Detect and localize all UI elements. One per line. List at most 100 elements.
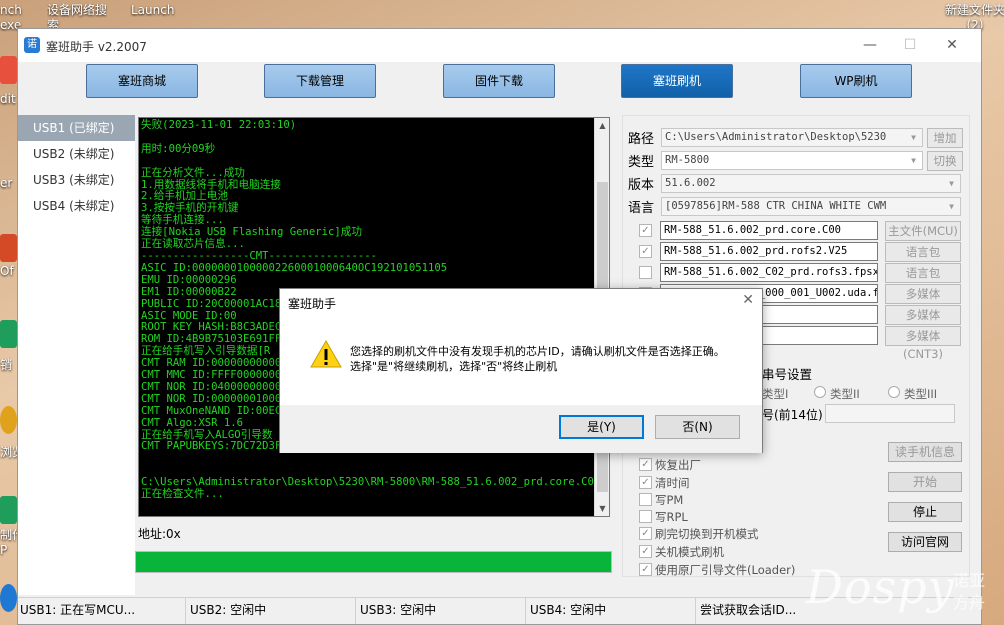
progress-bar <box>135 551 612 573</box>
version-label: 版本 <box>628 178 655 193</box>
chevron-down-icon: ▼ <box>949 202 954 211</box>
start-button[interactable]: 开始 <box>888 472 962 492</box>
path-select[interactable]: C:\Users\Administrator\Desktop\5230 ▼ <box>661 128 923 147</box>
add-button[interactable]: 增加 <box>927 128 963 148</box>
serial-input[interactable] <box>825 404 955 423</box>
option-label: 使用原厂引导文件(Loader) <box>655 563 796 577</box>
switch-button[interactable]: 切换 <box>927 151 963 171</box>
status-usb3: USB3: 空闲中 <box>358 598 526 624</box>
option-label: 关机模式刷机 <box>655 545 724 559</box>
type-label: 类型 <box>628 155 655 170</box>
status-usb1: USB1: 正在写MCU... <box>18 598 186 624</box>
type-select[interactable]: RM-5800 ▼ <box>661 151 923 170</box>
option-label: 写RPL <box>655 510 688 524</box>
spreadsheet-icon[interactable] <box>0 496 17 524</box>
chevron-down-icon: ▼ <box>911 156 916 165</box>
radio-type2[interactable] <box>814 386 826 398</box>
file-button-cnt3[interactable]: 多媒体(CNT3) <box>885 326 961 361</box>
no-button[interactable]: 否(N) <box>655 415 740 439</box>
dialog-footer: 是(Y) 否(N) <box>280 405 762 453</box>
type-value: RM-5800 <box>665 154 710 166</box>
option-label: 清时间 <box>655 476 690 490</box>
desktop-icon-label: 销 <box>0 358 13 372</box>
scroll-down-icon[interactable]: ▼ <box>595 501 609 516</box>
dialog-message: 您选择的刷机文件中没有发现手机的芯片ID，请确认刷机文件是否选择正确。 选择"是… <box>350 344 725 374</box>
minimize-button[interactable]: — <box>855 35 885 55</box>
option-checkbox[interactable]: ✓ <box>639 563 652 576</box>
desktop-icon-label: er <box>0 176 13 190</box>
file-field[interactable]: RM-588_51.6.002_C02_prd.rofs3.fpsx <box>660 263 878 282</box>
nav-symbian-flash[interactable]: 塞班刷机 <box>621 64 733 98</box>
office-icon[interactable] <box>0 234 17 262</box>
chevron-down-icon: ▼ <box>949 179 954 188</box>
browser-icon[interactable] <box>0 406 17 434</box>
maximize-button[interactable]: ☐ <box>895 35 925 55</box>
status-usb4: USB4: 空闲中 <box>528 598 696 624</box>
usb-item-2[interactable]: USB2 (未绑定) <box>18 141 135 167</box>
stop-button[interactable]: 停止 <box>888 502 962 522</box>
edge-icon[interactable] <box>0 584 17 612</box>
app-icon[interactable] <box>0 56 17 84</box>
dialog-message-line2: 选择"是"将继续刷机，选择"否"将终止刷机 <box>350 360 558 373</box>
warning-icon <box>310 339 342 368</box>
radio-type3[interactable] <box>888 386 900 398</box>
usb-list: USB1 (已绑定) USB2 (未绑定) USB3 (未绑定) USB4 (未… <box>18 115 135 595</box>
file-field[interactable]: RM-588_51.6.002_prd.rofs2.V25 <box>660 242 878 261</box>
version-value: 51.6.002 <box>665 177 716 189</box>
radio-type2-label: 类型II <box>830 387 860 401</box>
desktop-left-strip: dit er Of 销 浏览 制作 P <box>0 34 24 625</box>
file-button-ppm2[interactable]: 语言包(PPM2) <box>885 263 961 298</box>
option-checkbox[interactable] <box>639 493 652 506</box>
option-checkbox[interactable]: ✓ <box>639 476 652 489</box>
file-button-ppm1[interactable]: 语言包(PPM1) <box>885 242 961 277</box>
serial-label: 号(前14位) <box>762 408 823 422</box>
option-checkbox[interactable]: ✓ <box>639 545 652 558</box>
read-info-button[interactable]: 读手机信息 <box>888 442 962 462</box>
option-checkbox[interactable]: ✓ <box>639 458 652 471</box>
version-select[interactable]: 51.6.002 ▼ <box>661 174 961 193</box>
nav-wp-flash[interactable]: WP刷机 <box>800 64 912 98</box>
spreadsheet-icon[interactable] <box>0 320 17 348</box>
visit-website-button[interactable]: 访问官网 <box>888 532 962 552</box>
dospy-watermark: Dospy <box>806 560 955 614</box>
file-checkbox[interactable]: ✓ <box>639 245 652 258</box>
dialog-body: 您选择的刷机文件中没有发现手机的芯片ID，请确认刷机文件是否选择正确。 选择"是… <box>280 317 762 403</box>
confirm-dialog: 塞班助手 ✕ 您选择的刷机文件中没有发现手机的芯片ID，请确认刷机文件是否选择正… <box>279 288 763 453</box>
file-checkbox[interactable] <box>639 266 652 279</box>
title-bar: 诺 塞班助手 v2.2007 — ☐ ✕ <box>18 29 981 62</box>
serial-section-title: 串号设置 <box>762 367 813 382</box>
nav-firmware-download[interactable]: 固件下载 <box>443 64 555 98</box>
option-label: 写PM <box>655 493 684 507</box>
dialog-close-button[interactable]: ✕ <box>742 292 754 308</box>
file-checkbox[interactable]: ✓ <box>639 224 652 237</box>
app-logo-icon: 诺 <box>24 37 40 53</box>
status-usb2: USB2: 空闲中 <box>188 598 356 624</box>
file-button-mcu[interactable]: 主文件(MCU) <box>885 221 961 241</box>
desktop-icon-label: dit <box>0 92 16 106</box>
chevron-down-icon: ▼ <box>911 133 916 142</box>
dialog-title: 塞班助手 <box>288 297 337 311</box>
close-button[interactable]: ✕ <box>937 35 967 55</box>
language-label: 语言 <box>628 201 655 216</box>
option-label: 恢复出厂 <box>655 458 701 472</box>
progress-fill <box>136 552 611 572</box>
address-label: 地址:0x <box>138 527 181 541</box>
file-button-cnt2[interactable]: 多媒体(CNT2) <box>885 305 961 340</box>
language-value: [0597856]RM-588 CTR CHINA WHITE CWM <box>665 200 887 212</box>
file-button-cnt1[interactable]: 多媒体(CNT1) <box>885 284 961 319</box>
scroll-up-icon[interactable]: ▲ <box>595 118 609 133</box>
nav-download-manager[interactable]: 下载管理 <box>264 64 376 98</box>
option-checkbox[interactable] <box>639 510 652 523</box>
usb-item-3[interactable]: USB3 (未绑定) <box>18 167 135 193</box>
desktop-icon-label[interactable]: Launch <box>131 3 174 17</box>
language-select[interactable]: [0597856]RM-588 CTR CHINA WHITE CWM ▼ <box>661 197 961 216</box>
dialog-message-line1: 您选择的刷机文件中没有发现手机的芯片ID，请确认刷机文件是否选择正确。 <box>350 345 725 358</box>
usb-item-4[interactable]: USB4 (未绑定) <box>18 193 135 219</box>
file-field[interactable]: RM-588_51.6.002_prd.core.C00 <box>660 221 878 240</box>
usb-item-1[interactable]: USB1 (已绑定) <box>18 115 135 141</box>
dospy-watermark-cn: 诺亚方舟 <box>953 571 986 612</box>
radio-type1-label: 类型I <box>762 387 789 401</box>
yes-button[interactable]: 是(Y) <box>559 415 644 439</box>
option-checkbox[interactable]: ✓ <box>639 527 652 540</box>
nav-symbian-store[interactable]: 塞班商城 <box>86 64 198 98</box>
